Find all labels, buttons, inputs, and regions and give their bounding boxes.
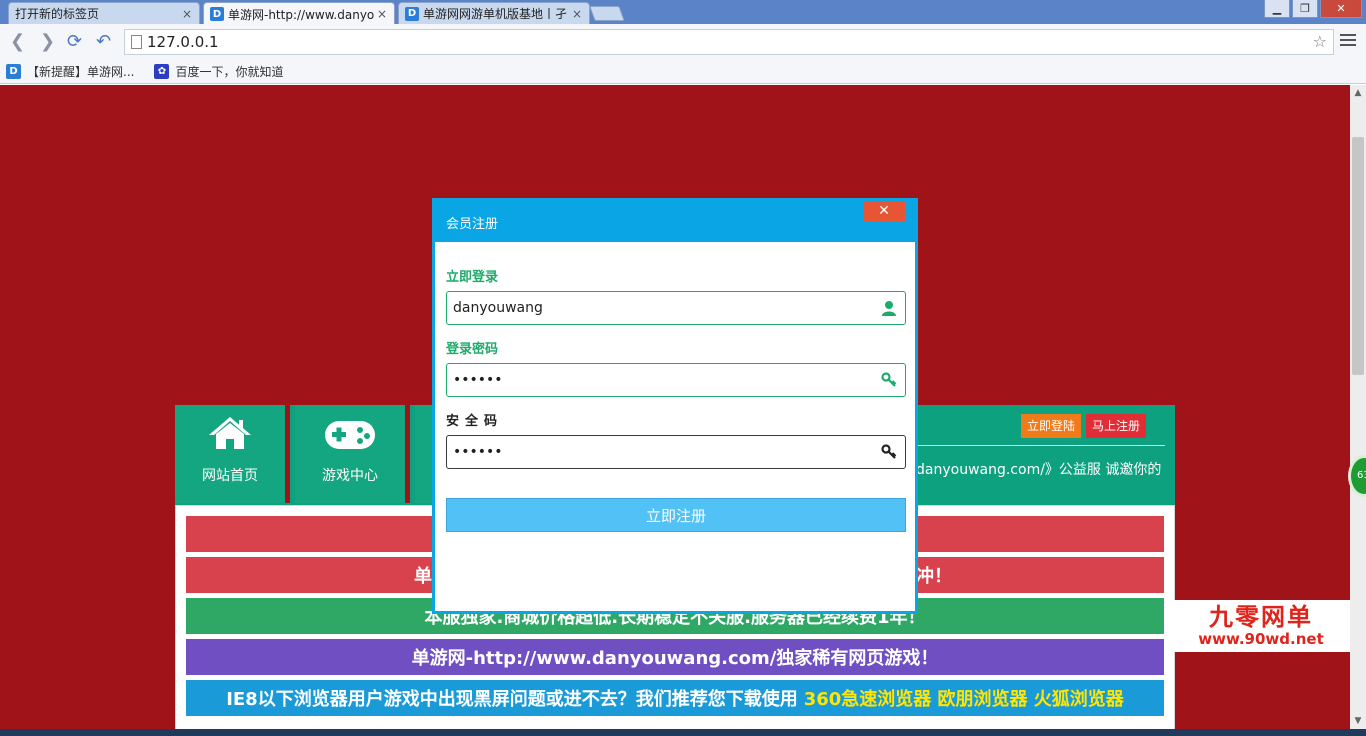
bookmark-danyouwang[interactable]: D 【新提醒】单游网... xyxy=(6,63,134,80)
bookmark-baidu[interactable]: ✿ 百度一下，你就知道 xyxy=(154,63,283,80)
scroll-thumb[interactable] xyxy=(1352,137,1364,375)
star-icon[interactable]: ☆ xyxy=(1313,32,1327,51)
banner-text-right: 冲！ xyxy=(916,566,952,587)
scrollbar[interactable]: ▲ ▼ xyxy=(1350,85,1366,729)
banner-4[interactable]: 单游网-http://www.danyouwang.com/独家稀有网页游戏！ xyxy=(186,639,1164,675)
window-controls: ▁ ❐ ✕ xyxy=(1264,0,1362,18)
close-icon[interactable]: ✕ xyxy=(863,201,905,221)
site-favicon-icon: D xyxy=(6,64,21,79)
login-button[interactable]: 立即登陆 xyxy=(1021,414,1082,438)
new-tab-button[interactable] xyxy=(589,6,625,21)
key-icon xyxy=(881,372,897,387)
tab-close-icon[interactable]: × xyxy=(181,7,193,21)
close-window-button[interactable]: ✕ xyxy=(1320,0,1362,18)
username-label: 立即登录 xyxy=(446,270,499,285)
tab-close-icon[interactable]: × xyxy=(376,7,388,21)
site-favicon-icon: D xyxy=(405,6,419,21)
watermark-url: www.90wd.net xyxy=(1198,630,1324,648)
bookmark-label: 【新提醒】单游网... xyxy=(27,65,135,79)
register-submit-button[interactable]: 立即注册 xyxy=(446,498,906,532)
tab-danyouwang[interactable]: D 单游网-http://www.danyo × xyxy=(203,2,395,25)
bookmarks-bar: D 【新提醒】单游网... ✿ 百度一下，你就知道 xyxy=(0,60,1366,84)
marquee-text: danyouwang.com/》公益服 诚邀你的 xyxy=(916,462,1162,478)
nav-home[interactable]: 网站首页 xyxy=(175,405,290,503)
maximize-button[interactable]: ❐ xyxy=(1292,0,1318,18)
banner-text: IE8以下浏览器用户游戏中出现黑屏问题或进不去？我们推荐您下载使用 xyxy=(226,689,798,710)
scroll-up-icon[interactable]: ▲ xyxy=(1350,85,1366,101)
gamepad-icon xyxy=(325,421,375,449)
minimize-button[interactable]: ▁ xyxy=(1264,0,1290,18)
banner-text: 单 xyxy=(414,566,432,587)
nav-games[interactable]: 游戏中心 xyxy=(295,405,410,503)
tab-new[interactable]: 打开新的标签页 × xyxy=(8,2,200,24)
nav-label: 游戏中心 xyxy=(322,468,378,484)
browser-toolbar: ❮ ❯ ⟳ ↶ 127.0.0.1 ☆ xyxy=(0,24,1366,60)
modal-title: 会员注册 xyxy=(446,217,499,232)
username-input[interactable] xyxy=(453,298,863,318)
site-favicon-icon: D xyxy=(210,7,224,21)
security-code-input[interactable] xyxy=(453,442,863,462)
address-bar[interactable]: 127.0.0.1 ☆ xyxy=(124,29,1334,55)
refresh-icon[interactable]: ⟳ xyxy=(67,32,82,52)
undo-icon[interactable]: ↶ xyxy=(96,32,111,52)
key-icon xyxy=(881,444,897,459)
banner-5[interactable]: IE8以下浏览器用户游戏中出现黑屏问题或进不去？我们推荐您下载使用 360急速浏… xyxy=(186,680,1164,716)
security-code-label: 安全码 xyxy=(446,414,504,429)
username-field[interactable] xyxy=(446,291,906,325)
tab-close-icon[interactable]: × xyxy=(571,7,583,21)
watermark: 九零网单 www.90wd.net xyxy=(1172,600,1350,652)
bookmark-label: 百度一下，你就知道 xyxy=(175,65,284,79)
banner-text: 单游网-http://www.danyouwang.com/独家稀有网页游戏！ xyxy=(411,648,939,669)
password-field[interactable] xyxy=(446,363,906,397)
menu-icon[interactable] xyxy=(1340,34,1356,49)
forward-arrow-icon[interactable]: ❯ xyxy=(40,32,55,52)
address-text: 127.0.0.1 xyxy=(147,33,219,51)
house-icon xyxy=(209,417,251,449)
tab-title: 打开新的标签页 xyxy=(15,7,100,21)
register-modal: 会员注册 ✕ 立即登录 登录密码 安全码 立即注册 xyxy=(432,198,918,614)
password-label: 登录密码 xyxy=(446,342,499,357)
tab-title: 单游网网游单机版基地丨孑 xyxy=(423,7,568,21)
security-code-field[interactable] xyxy=(446,435,906,469)
user-icon xyxy=(882,301,896,316)
browser-recommendation-link[interactable]: 360急速浏览器 欧朋浏览器 火狐浏览器 xyxy=(804,685,1124,711)
password-input[interactable] xyxy=(453,370,863,390)
register-button[interactable]: 马上注册 xyxy=(1086,414,1147,438)
watermark-title: 九零网单 xyxy=(1209,603,1313,631)
scroll-down-icon[interactable]: ▼ xyxy=(1350,713,1366,729)
tab-danyouwang-base[interactable]: D 单游网网游单机版基地丨孑 × xyxy=(398,2,590,24)
os-taskbar xyxy=(0,729,1366,736)
modal-header: 会员注册 ✕ xyxy=(435,201,915,242)
tab-strip: 打开新的标签页 × D 单游网-http://www.danyo × D 单游网… xyxy=(0,0,1366,25)
baidu-paw-icon: ✿ xyxy=(154,64,170,79)
divider xyxy=(915,445,1165,446)
back-arrow-icon[interactable]: ❮ xyxy=(10,32,25,52)
tab-title: 单游网-http://www.danyo xyxy=(228,7,375,22)
page-icon xyxy=(131,35,142,49)
nav-label: 网站首页 xyxy=(202,468,258,484)
